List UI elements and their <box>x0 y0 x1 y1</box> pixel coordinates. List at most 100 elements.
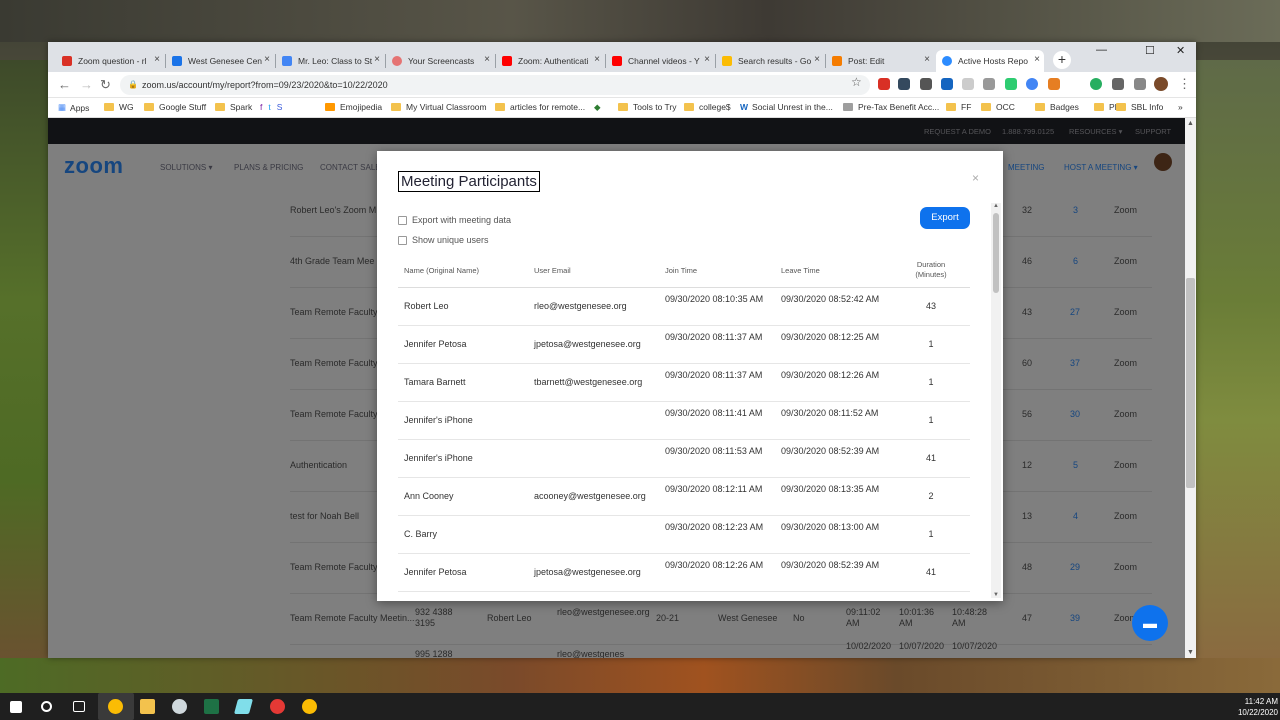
participant-duration: 1 <box>928 339 934 349</box>
chat-bubble-button[interactable]: ▬ <box>1132 605 1168 641</box>
scroll-down-icon[interactable]: ▼ <box>1187 649 1194 656</box>
bookmark-emojipedia[interactable]: Emojipedia <box>325 102 382 112</box>
export-button[interactable]: Export <box>920 207 970 229</box>
tab-mr-leo[interactable]: Mr. Leo: Class to St × <box>276 50 384 72</box>
show-unique-users-checkbox[interactable]: Show unique users <box>398 235 489 245</box>
reload-icon[interactable]: ↻ <box>100 77 111 93</box>
tab-channel-videos[interactable]: Channel videos - Y × <box>606 50 714 72</box>
participant-email: acooney@westgenesee.org <box>534 491 646 501</box>
bookmark-folder[interactable]: WG <box>104 102 134 112</box>
participant-duration: 43 <box>925 301 936 311</box>
extension-icon[interactable] <box>898 78 910 90</box>
bookmark-folder[interactable]: Badges <box>1035 102 1079 112</box>
search-icon[interactable] <box>41 701 52 712</box>
bookmark-folder[interactable]: FF <box>946 102 971 112</box>
close-tab-icon[interactable]: × <box>264 54 270 65</box>
windows-start-icon[interactable] <box>10 701 22 713</box>
tab-post-edit[interactable]: Post: Edit × <box>826 50 934 72</box>
minimize-icon[interactable]: — <box>1096 44 1107 56</box>
app-icon[interactable] <box>172 699 187 714</box>
s-icon: S <box>276 102 283 112</box>
tab-west-genesee[interactable]: West Genesee Cen × <box>166 50 274 72</box>
tab-zoom-auth[interactable]: Zoom: Authenticati × <box>496 50 604 72</box>
task-view-icon[interactable] <box>73 701 85 712</box>
participant-leave-time: 09/30/2020 08:13:35 AM <box>781 484 880 494</box>
tab-search-results[interactable]: Search results - Go × <box>716 50 824 72</box>
scroll-thumb[interactable] <box>993 213 999 293</box>
bookmark-folder[interactable]: My Virtual Classroom <box>391 102 487 112</box>
tab-gmail[interactable]: Zoom question - rl × <box>56 50 164 72</box>
close-icon[interactable]: × <box>972 171 979 185</box>
participant-duration: 41 <box>925 453 936 463</box>
chrome-icon[interactable] <box>108 699 123 714</box>
table-row: Jennifer Petosa jpetosa@westgenesee.org 09… <box>398 326 970 364</box>
extension-icon[interactable] <box>1026 78 1038 90</box>
bookmark-apps[interactable]: ▦ Apps <box>58 102 89 113</box>
maximize-icon[interactable]: ☐ <box>1145 44 1155 57</box>
notes-icon[interactable] <box>233 699 254 714</box>
close-tab-icon[interactable]: × <box>484 54 490 65</box>
folder-icon <box>618 103 628 111</box>
gmail-extension-icon[interactable] <box>878 78 890 90</box>
extensions-puzzle-icon[interactable] <box>1112 78 1124 90</box>
tab-bar: Zoom question - rl × West Genesee Cen × Mr… <box>48 42 1196 72</box>
scroll-up-icon[interactable]: ▲ <box>993 203 999 209</box>
tab-screencasts[interactable]: Your Screencasts × <box>386 50 494 72</box>
extension-icon[interactable] <box>1090 78 1102 90</box>
dialog-scrollbar[interactable]: ▲ ▼ <box>991 203 1001 598</box>
scroll-up-icon[interactable]: ▲ <box>1187 120 1194 127</box>
tab-active-hosts[interactable]: Active Hosts Repo × <box>936 50 1044 72</box>
close-tab-icon[interactable]: × <box>154 54 160 65</box>
close-tab-icon[interactable]: × <box>704 54 710 65</box>
meeting-participants-dialog: Meeting Participants × Export with meeti… <box>377 151 1003 601</box>
close-window-icon[interactable]: ✕ <box>1176 44 1185 57</box>
screencast-app-icon[interactable] <box>270 699 285 714</box>
system-clock[interactable]: 11:42 AM 10/22/2020 <box>1232 696 1278 718</box>
classroom-icon <box>282 56 292 66</box>
profile-avatar[interactable] <box>1154 77 1168 91</box>
chrome-icon[interactable] <box>302 699 317 714</box>
bookmark-folder[interactable]: Google Stuff <box>144 102 206 112</box>
back-icon[interactable]: ← <box>58 77 71 92</box>
extension-icon[interactable] <box>983 78 995 90</box>
bookmark-link[interactable]: Pre-Tax Benefit Acc... <box>843 102 939 112</box>
more-bookmarks-icon[interactable]: » <box>1178 102 1183 112</box>
bookmark-link[interactable]: W Social Unrest in the... <box>740 102 833 112</box>
bookmark-folder[interactable]: OCC <box>981 102 1015 112</box>
close-tab-icon[interactable]: × <box>594 54 600 65</box>
header-duration: Duration (Minutes) <box>915 260 947 279</box>
checkbox-box[interactable] <box>398 215 407 225</box>
address-bar[interactable]: 🔒 zoom.us/account/my/report?from=09/23/20… <box>120 75 870 95</box>
page-scrollbar[interactable]: ▲ ▼ <box>1185 118 1196 658</box>
file-explorer-icon[interactable] <box>140 699 155 714</box>
scroll-down-icon[interactable]: ▼ <box>993 592 999 598</box>
close-tab-icon[interactable]: × <box>1034 54 1040 65</box>
forward-icon[interactable]: → <box>80 77 93 92</box>
new-tab-button[interactable]: + <box>1053 51 1071 69</box>
extension-icon[interactable] <box>941 78 953 90</box>
extension-icon[interactable] <box>1005 78 1017 90</box>
extension-icon[interactable] <box>920 78 932 90</box>
bookmark-link[interactable]: ◆ <box>594 102 601 113</box>
checkbox-box[interactable] <box>398 235 407 245</box>
close-tab-icon[interactable]: × <box>924 54 930 65</box>
extension-icon[interactable] <box>962 78 974 90</box>
menu-icon[interactable]: ⋮ <box>1178 76 1191 92</box>
extension-icon[interactable] <box>1048 78 1060 90</box>
bookmark-folder[interactable]: college$ <box>684 102 731 112</box>
extension-icon[interactable] <box>1134 78 1146 90</box>
excel-icon[interactable] <box>204 699 219 714</box>
bookmarks-bar: ▦ Apps WG Google Stuff Spark ftS Emojiped… <box>48 98 1196 118</box>
bookmark-folder[interactable]: Tools to Try <box>618 102 676 112</box>
bookmark-link[interactable]: ftS <box>260 102 288 112</box>
folder-icon <box>144 103 154 111</box>
bookmark-folder[interactable]: SBL Info <box>1116 102 1163 112</box>
bookmark-folder[interactable]: articles for remote... <box>495 102 585 112</box>
scroll-thumb[interactable] <box>1186 278 1195 488</box>
bookmark-folder[interactable]: Spark <box>215 102 252 112</box>
table-header: Name (Original Name) User Email Join Tim… <box>398 255 970 288</box>
close-tab-icon[interactable]: × <box>374 54 380 65</box>
close-tab-icon[interactable]: × <box>814 54 820 65</box>
export-with-data-checkbox[interactable]: Export with meeting data <box>398 215 511 225</box>
bookmark-star-icon[interactable]: ☆ <box>851 75 862 89</box>
